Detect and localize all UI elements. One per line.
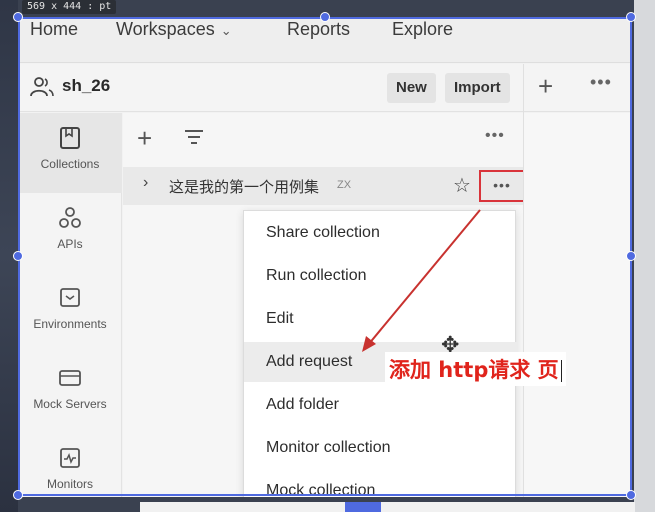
annotation-text: 添加 http请求 页 [385, 352, 566, 386]
nav-workspaces-label: Workspaces [116, 19, 215, 39]
sidebar-item-label: Monitors [46, 477, 93, 491]
resize-handle-left[interactable] [13, 251, 23, 261]
bottom-bar [140, 502, 635, 512]
workspace-name: sh_26 [62, 76, 111, 95]
sidebar-item-mock-servers[interactable]: Mock Servers [18, 353, 122, 433]
desktop-right-edge [634, 0, 655, 512]
chevron-down-icon: ⌄ [220, 23, 232, 38]
collection-name: 这是我的第一个用例集 [169, 179, 320, 196]
dimension-tag: 569 x 444 : pt [22, 0, 117, 14]
bottom-handle[interactable] [345, 502, 381, 512]
filter-icon[interactable] [183, 127, 205, 147]
sidebar: Collections APIs Environments Mock Serve… [18, 113, 122, 497]
resize-handle-top[interactable] [320, 12, 330, 22]
resize-handle-bottom-right[interactable] [626, 490, 636, 500]
sidebar-item-label: Mock Servers [33, 397, 107, 411]
sidebar-item-label: APIs [57, 237, 83, 251]
workspace-header: sh_26 New Import + ••• [18, 64, 632, 112]
collection-row[interactable]: › 这是我的第一个用例集 ZX ☆ ••• [123, 167, 525, 205]
sidebar-item-monitors[interactable]: Monitors [18, 433, 122, 497]
nav-reports[interactable]: Reports [287, 19, 350, 40]
nav-workspaces[interactable]: Workspaces ⌄ [116, 19, 232, 40]
sidebar-item-label: Collections [40, 157, 100, 171]
resize-handle-right[interactable] [626, 251, 636, 261]
monitors-icon [60, 448, 80, 468]
resize-handle-bottom-left[interactable] [13, 490, 23, 500]
environments-icon [60, 288, 80, 307]
top-nav: Home Workspaces ⌄ Reports Explore [18, 17, 632, 63]
menu-item-edit[interactable]: Edit [244, 299, 517, 339]
sidebar-item-apis[interactable]: APIs [18, 193, 122, 273]
menu-item-monitor-collection[interactable]: Monitor collection [244, 428, 517, 468]
annotation-label: 添加 http请求 页 [389, 358, 559, 382]
apis-icon [59, 207, 81, 228]
new-button[interactable]: New [387, 73, 436, 103]
team-icon [30, 77, 54, 97]
menu-item-share-collection[interactable]: Share collection [244, 213, 517, 253]
tabs-area [524, 113, 632, 497]
text-caret [560, 360, 562, 382]
resize-handle-top-right[interactable] [626, 12, 636, 22]
mock-servers-icon [59, 370, 81, 386]
panel-more-icon[interactable]: ••• [485, 127, 505, 145]
star-icon[interactable]: ☆ [453, 173, 471, 198]
chevron-right-icon[interactable]: › [143, 174, 148, 192]
sidebar-item-label: Environments [33, 317, 107, 331]
tab-more-icon[interactable]: ••• [590, 72, 612, 93]
collection-more-button[interactable]: ••• [479, 170, 525, 202]
nav-explore[interactable]: Explore [392, 19, 453, 40]
nav-home[interactable]: Home [30, 19, 78, 40]
collections-icon [60, 127, 80, 149]
new-tab-plus-icon[interactable]: + [538, 71, 553, 102]
add-collection-plus-icon[interactable]: + [137, 123, 152, 154]
sidebar-item-collections[interactable]: Collections [18, 113, 122, 193]
import-button[interactable]: Import [445, 73, 510, 103]
menu-item-mock-collection[interactable]: Mock collection [244, 471, 517, 497]
menu-item-run-collection[interactable]: Run collection [244, 256, 517, 296]
menu-item-add-folder[interactable]: Add folder [244, 385, 517, 425]
resize-handle-top-left[interactable] [13, 12, 23, 22]
collection-badge: ZX [337, 179, 352, 191]
sidebar-item-environments[interactable]: Environments [18, 273, 122, 353]
postman-window: Home Workspaces ⌄ Reports Explore sh_26 N… [18, 17, 632, 497]
